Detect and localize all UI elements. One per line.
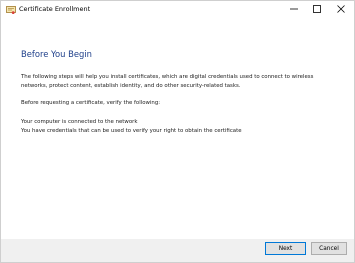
maximize-icon bbox=[313, 5, 321, 13]
close-icon bbox=[337, 5, 345, 13]
intro-paragraph: The following steps will help you instal… bbox=[21, 73, 313, 91]
next-button[interactable]: Next bbox=[265, 242, 306, 255]
certificate-enrollment-window: Certificate Enrollment Before You Begin … bbox=[0, 0, 355, 263]
page-heading: Before You Begin bbox=[21, 49, 92, 59]
requirements-list: Your computer is connected to the networ… bbox=[21, 118, 242, 136]
requirement-item: Your computer is connected to the networ… bbox=[21, 119, 138, 125]
window-title: Certificate Enrollment bbox=[19, 5, 91, 13]
close-button[interactable] bbox=[330, 1, 352, 17]
intro-line: networks, protect content, establish ide… bbox=[21, 83, 241, 89]
requirement-item: You have credentials that can be used to… bbox=[21, 128, 242, 134]
cancel-button[interactable]: Cancel bbox=[311, 242, 347, 255]
maximize-button[interactable] bbox=[306, 1, 328, 17]
verify-paragraph: Before requesting a certificate, verify … bbox=[21, 100, 161, 106]
intro-line: The following steps will help you instal… bbox=[21, 74, 314, 80]
minimize-button[interactable] bbox=[283, 1, 305, 17]
certificate-icon bbox=[6, 6, 16, 14]
title-bar: Certificate Enrollment bbox=[1, 1, 354, 19]
minimize-icon bbox=[290, 8, 298, 10]
